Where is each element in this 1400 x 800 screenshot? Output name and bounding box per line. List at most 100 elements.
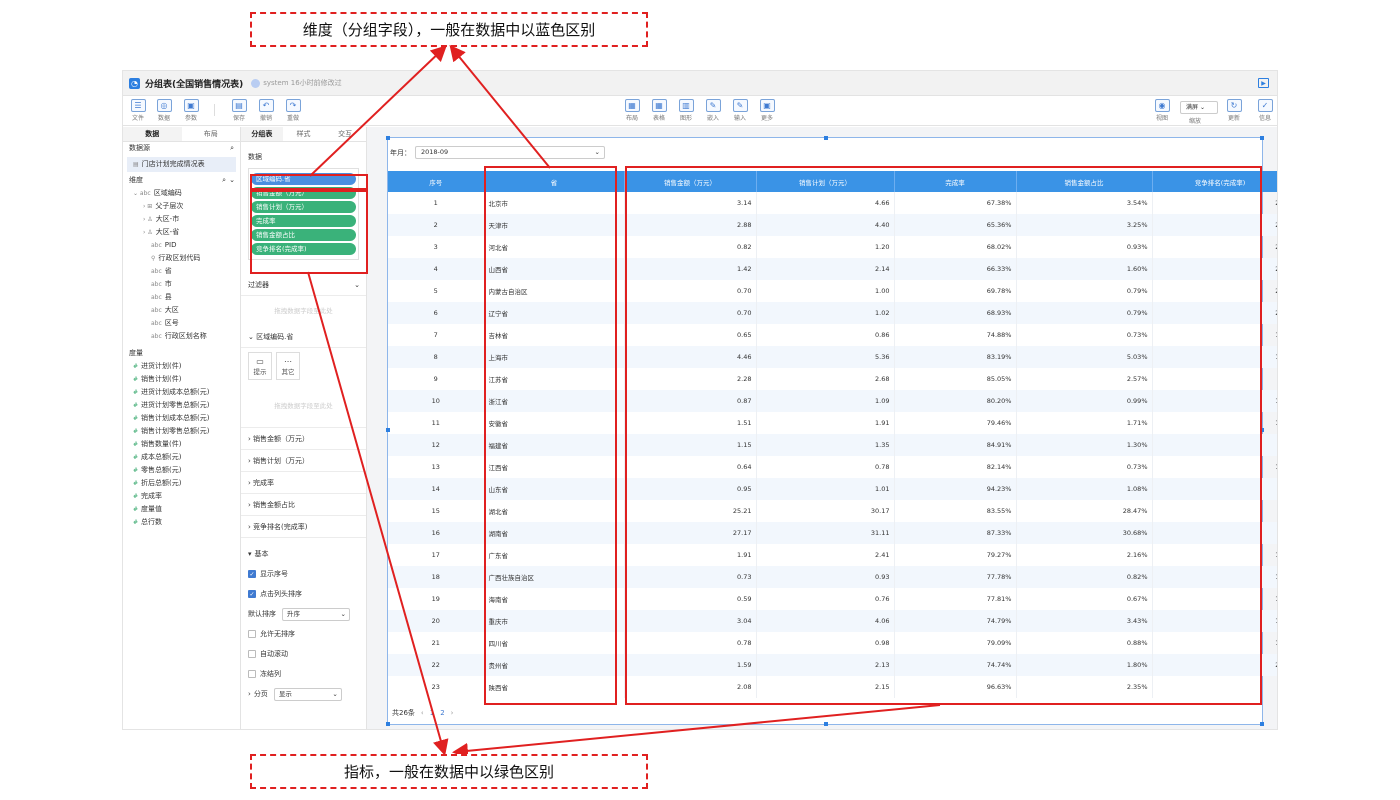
next-page-icon[interactable]: ›: [451, 709, 454, 717]
tooltip-drop-hint[interactable]: 拖拽数据字段至此处: [241, 384, 366, 428]
year-month-select[interactable]: 2018-09 ⌄: [415, 146, 605, 159]
measure-item[interactable]: # 进货计划零售总额(元): [123, 399, 240, 412]
sort-select[interactable]: 升序 ⌄: [282, 607, 350, 621]
search-icon[interactable]: ⌕: [230, 142, 234, 155]
measure-label: 进货计划成本总额(元): [141, 388, 210, 396]
dimension-item[interactable]: abc 行政区划名称: [123, 330, 240, 343]
allow-unsort-option[interactable]: 允许无排序: [241, 624, 366, 644]
search-icon[interactable]: ⌕: [222, 174, 226, 187]
resize-handle[interactable]: [386, 136, 390, 140]
section-label: 销售计划（万元）: [253, 457, 310, 465]
highlight-measure-columns: [625, 166, 1262, 705]
embed-button[interactable]: ✎ 嵌入: [702, 99, 724, 122]
dimension-item[interactable]: abc 大区: [123, 304, 240, 317]
measure-item[interactable]: # 折后总额(元): [123, 477, 240, 490]
measure-item[interactable]: # 成本总额(元): [123, 451, 240, 464]
basic-section[interactable]: ▾ 基本: [241, 544, 366, 564]
column-header[interactable]: 序号: [388, 171, 485, 192]
paging-select[interactable]: 显示 ⌄: [273, 687, 342, 701]
tab-group-table[interactable]: 分组表: [241, 127, 283, 141]
dimension-item[interactable]: abc PID: [123, 239, 240, 252]
undo-button[interactable]: ↶ 撤销: [255, 99, 277, 122]
info-button[interactable]: ✓ 信息: [1254, 99, 1276, 122]
measure-setting-section[interactable]: › 完成率: [241, 472, 366, 494]
measure-item[interactable]: # 销售数量(件): [123, 438, 240, 451]
measure-item[interactable]: # 销售计划零售总额(元): [123, 425, 240, 438]
group-field-section[interactable]: ⌄ 区域编码.省: [241, 326, 366, 348]
file-button[interactable]: ☰ 文件: [127, 99, 149, 122]
dimension-item[interactable]: › ♙ 大区-市: [123, 213, 240, 226]
section-label: 完成率: [253, 479, 275, 487]
measure-setting-section[interactable]: › 销售计划（万元）: [241, 450, 366, 472]
field-type-icon: ⚲: [151, 255, 156, 262]
resize-handle[interactable]: [824, 722, 828, 726]
dimension-item[interactable]: abc 区号: [123, 317, 240, 330]
parameter-button[interactable]: ▣ 参数: [180, 99, 202, 122]
datasource-item[interactable]: ▤ 门店计划完成情况表: [127, 157, 236, 172]
measure-item[interactable]: # 进货计划(件): [123, 360, 240, 373]
measure-item[interactable]: # 完成率: [123, 490, 240, 503]
other-button[interactable]: ⋯ 其它: [276, 352, 300, 380]
chevron-down-icon: ⌄: [354, 281, 360, 289]
measure-setting-section[interactable]: › 销售金额占比: [241, 494, 366, 516]
tab-style[interactable]: 样式: [283, 127, 325, 141]
tab-layout[interactable]: 布局: [182, 127, 241, 141]
click-sort-option[interactable]: ✓ 点击列头排序: [241, 584, 366, 604]
tab-interaction[interactable]: 交互: [324, 127, 366, 141]
measure-item[interactable]: # 销售计划成本总额(元): [123, 412, 240, 425]
show-index-option[interactable]: ✓ 显示序号: [241, 564, 366, 584]
prev-page-icon[interactable]: ‹: [421, 709, 424, 717]
more-button[interactable]: ▣ 更多: [756, 99, 778, 122]
resize-handle[interactable]: [1260, 136, 1264, 140]
data-button[interactable]: ◎ 数据: [153, 99, 175, 122]
table-button[interactable]: ▦ 表格: [648, 99, 670, 122]
dimension-item[interactable]: ⚲ 行政区划代码: [123, 252, 240, 265]
dimension-item[interactable]: ⌄ abc 区域编码: [123, 187, 240, 200]
dimension-item[interactable]: › ⊞ 父子层次: [123, 200, 240, 213]
tab-data[interactable]: 数据: [123, 127, 182, 141]
measure-setting-section[interactable]: › 销售金额（万元）: [241, 428, 366, 450]
measure-item[interactable]: # 总行数: [123, 516, 240, 529]
dimension-item[interactable]: abc 县: [123, 291, 240, 304]
dimension-item[interactable]: › ♙ 大区-省: [123, 226, 240, 239]
field-type-icon: ⌄ abc: [133, 190, 151, 197]
view-button[interactable]: ◉ 视图: [1151, 99, 1173, 122]
table-cell: 14: [388, 478, 485, 500]
dimension-label: 大区: [164, 306, 179, 314]
page-1[interactable]: 1: [430, 709, 434, 717]
resize-handle[interactable]: [824, 136, 828, 140]
dimension-item[interactable]: abc 市: [123, 278, 240, 291]
dimension-label: 区号: [164, 319, 179, 327]
present-icon[interactable]: ▶: [1258, 78, 1269, 88]
save-button[interactable]: ▤ 保存: [228, 99, 250, 122]
table-cell: 23: [388, 676, 485, 698]
dimension-item[interactable]: abc 省: [123, 265, 240, 278]
page-2[interactable]: 2: [440, 709, 444, 717]
measure-icon: #: [133, 402, 139, 409]
redo-button[interactable]: ↷ 重做: [282, 99, 304, 122]
auto-scroll-option[interactable]: 自动滚动: [241, 644, 366, 664]
filter-label: 年月：: [390, 148, 411, 157]
measure-item[interactable]: # 零售总额(元): [123, 464, 240, 477]
table-cell: 19: [388, 588, 485, 610]
filter-section[interactable]: 过滤器 ⌄: [241, 274, 366, 296]
input-button[interactable]: ✎ 输入: [729, 99, 751, 122]
field-type-icon: abc: [151, 294, 162, 301]
checkbox-icon: [248, 650, 256, 658]
refresh-button[interactable]: ↻ 更新: [1223, 99, 1245, 122]
filter-drop-hint[interactable]: 拖拽数据字段至此处: [241, 296, 366, 326]
layout-button[interactable]: ▦ 布局: [621, 99, 643, 122]
chevron-down-icon: ⌄: [594, 148, 600, 156]
measure-item[interactable]: # 度量值: [123, 503, 240, 516]
measure-setting-section[interactable]: › 竞争排名(完成率): [241, 516, 366, 538]
resize-handle[interactable]: [1260, 722, 1264, 726]
title-bar: ◔ 分组表(全国销售情况表) system 16小时前修改过 ▶: [123, 71, 1277, 96]
tooltip-button[interactable]: ▭ 提示: [248, 352, 272, 380]
measure-item[interactable]: # 销售计划(件): [123, 373, 240, 386]
resize-handle[interactable]: [386, 722, 390, 726]
chart-button[interactable]: ▥ 图形: [675, 99, 697, 122]
chevron-down-icon[interactable]: ⌄: [229, 174, 235, 187]
measure-item[interactable]: # 进货计划成本总额(元): [123, 386, 240, 399]
freeze-column-option[interactable]: 冻结列: [241, 664, 366, 684]
zoom-select[interactable]: 满屏 ⌄: [1180, 101, 1218, 114]
